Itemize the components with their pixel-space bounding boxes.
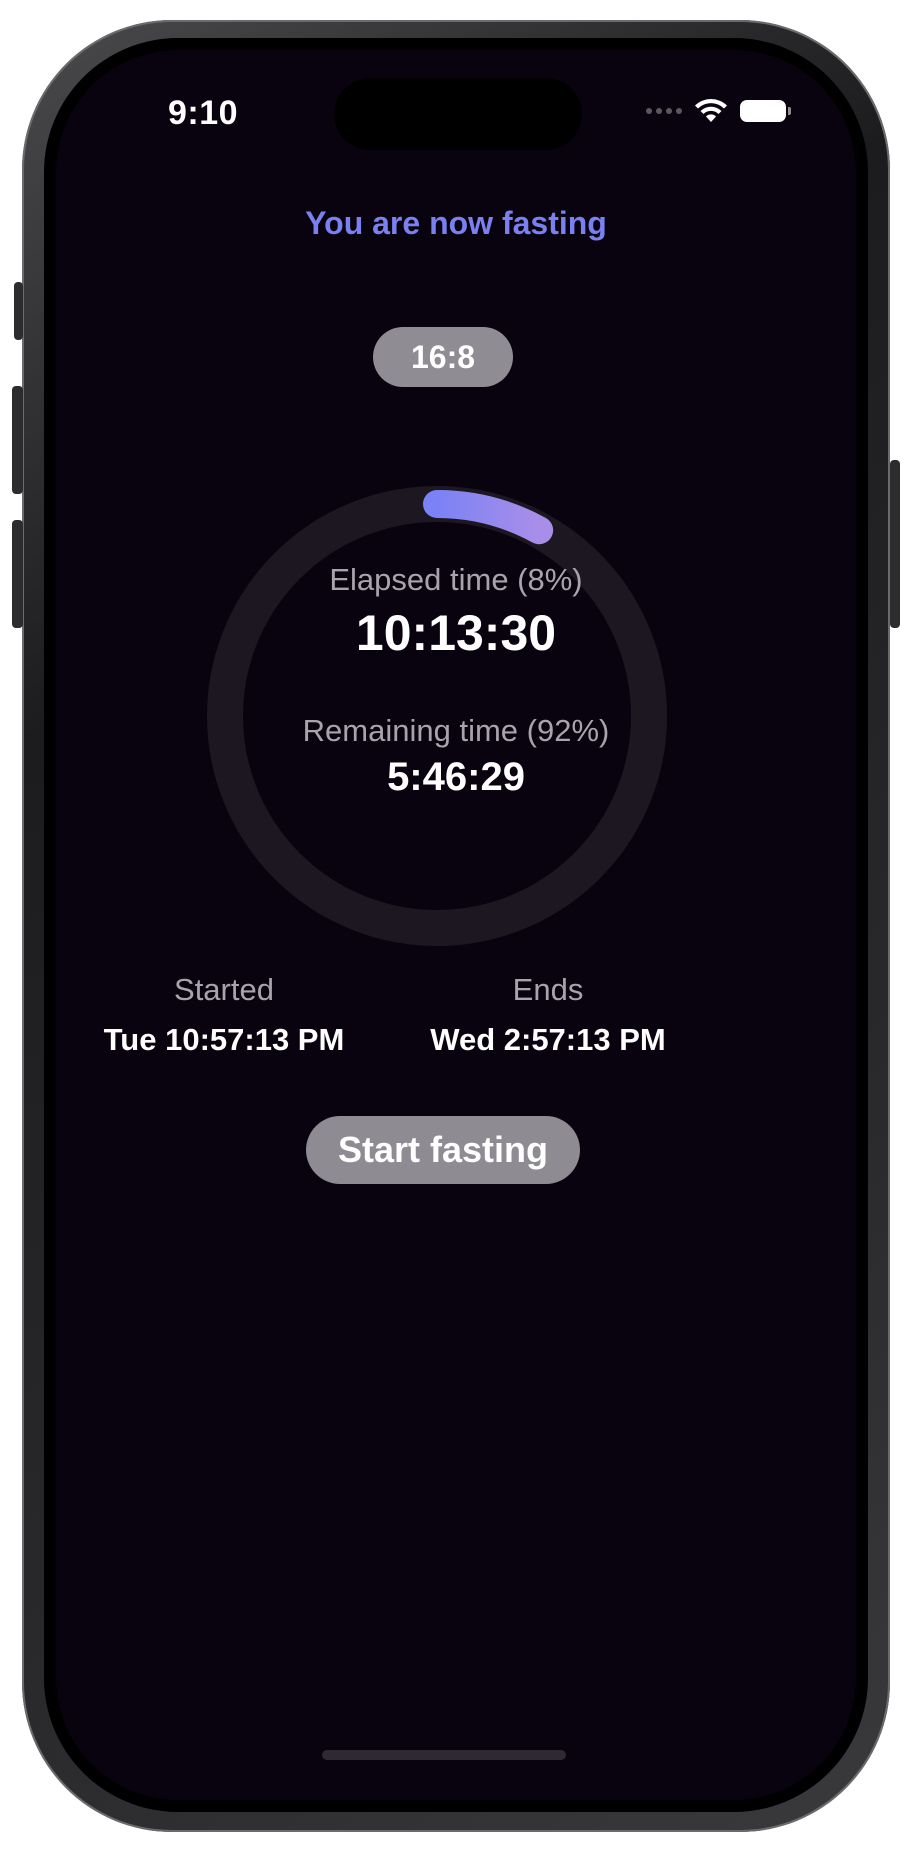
- ends-label: Ends: [512, 972, 584, 1007]
- status-time: 9:10: [168, 94, 239, 132]
- started-label: Started: [174, 972, 274, 1007]
- ends-info: Ends Wed 2:57:13 PM: [398, 972, 698, 1058]
- action-button: [14, 282, 23, 340]
- battery-icon: [740, 100, 791, 122]
- screen: 9:10 You are now fasting 16:8 Elapsed ti…: [56, 50, 856, 1800]
- started-value: Tue 10:57:13 PM: [103, 1022, 345, 1057]
- volume-down-button: [12, 520, 23, 628]
- status-icons: [646, 98, 791, 124]
- remaining-time-value: 5:46:29: [387, 755, 525, 799]
- elapsed-time-value: 10:13:30: [355, 605, 557, 661]
- fasting-status-title: You are now fasting: [305, 205, 607, 241]
- dynamic-island: [334, 78, 582, 150]
- ends-value: Wed 2:57:13 PM: [430, 1022, 666, 1057]
- remaining-time-label: Remaining time (92%): [302, 713, 610, 748]
- started-info: Started Tue 10:57:13 PM: [74, 972, 374, 1058]
- fasting-plan-pill[interactable]: 16:8: [373, 327, 513, 387]
- home-indicator: [322, 1750, 566, 1760]
- volume-up-button: [12, 386, 23, 494]
- cellular-signal-icon: [646, 108, 682, 114]
- elapsed-time-label: Elapsed time (8%): [329, 562, 583, 597]
- power-button: [890, 460, 900, 628]
- start-fasting-button[interactable]: Start fasting: [306, 1116, 580, 1184]
- wifi-icon: [695, 99, 727, 122]
